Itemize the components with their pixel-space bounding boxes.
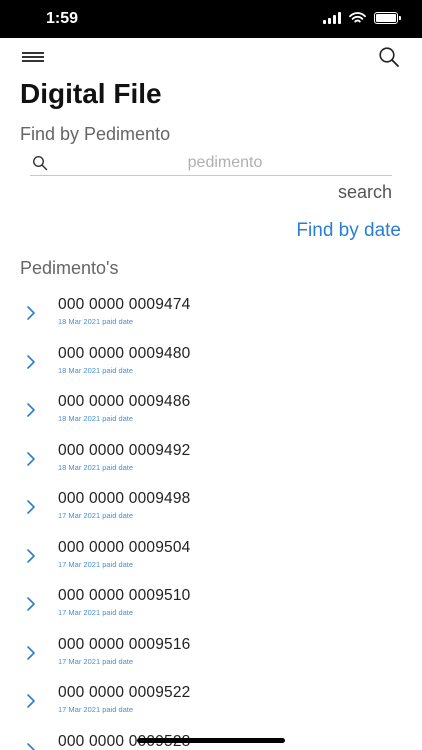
search-icon[interactable] <box>378 46 400 68</box>
status-icons <box>323 12 401 24</box>
list-item[interactable]: 000 0000 0009486 18 Mar 2021 paid date <box>0 390 422 439</box>
pedimento-number: 000 0000 0009492 <box>58 441 191 459</box>
search-button[interactable]: search <box>338 182 392 203</box>
status-time: 1:59 <box>46 10 79 27</box>
paid-date: 18 Mar 2021 paid date <box>58 462 134 472</box>
list-item[interactable]: 000 0000 0009498 17 Mar 2021 paid date <box>0 487 422 536</box>
status-bar: 1:59 <box>0 0 422 38</box>
paid-date: 17 Mar 2021 paid date <box>58 559 134 569</box>
pedimento-number: 000 0000 0009504 <box>58 538 191 556</box>
pedimento-number: 000 0000 0009516 <box>58 635 191 653</box>
pedimento-number: 000 0000 0009474 <box>58 296 191 313</box>
find-by-pedimento-label: Find by Pedimento <box>20 124 171 144</box>
paid-date: 17 Mar 2021 paid date <box>58 705 134 714</box>
paid-date: 18 Mar 2021 paid date <box>58 365 134 375</box>
home-indicator <box>137 738 285 743</box>
pedimento-number: 000 0000 0009510 <box>58 587 191 604</box>
list-item[interactable]: 000 0000 0009504 17 Mar 2021 paid date <box>0 536 422 585</box>
list-item[interactable]: 000 0000 0009516 17 Mar 2021 paid date <box>0 633 422 682</box>
list-item[interactable]: 000 0000 0009510 17 Mar 2021 paid date <box>0 584 422 633</box>
page-title: Digital File <box>20 78 162 109</box>
paid-date: 18 Mar 2021 paid date <box>58 414 134 423</box>
pedimento-search-field <box>30 150 392 176</box>
chevron-right-icon <box>27 500 35 514</box>
search-input-icon <box>32 155 48 171</box>
cellular-signal-icon <box>323 12 341 24</box>
chevron-right-icon <box>27 548 35 563</box>
pedimento-number: 000 0000 0009498 <box>58 490 191 507</box>
paid-date: 18 Mar 2021 paid date <box>58 317 134 326</box>
list-item[interactable]: 000 0000 0009474 18 Mar 2021 paid date <box>0 293 422 342</box>
paid-date: 17 Mar 2021 paid date <box>58 656 134 666</box>
wifi-icon <box>349 12 366 23</box>
chevron-right-icon <box>27 451 35 466</box>
chevron-right-icon <box>27 645 35 660</box>
pedimento-search-input[interactable] <box>58 150 392 175</box>
list-item[interactable]: 000 0000 0009522 17 Mar 2021 paid date <box>0 681 422 730</box>
chevron-right-icon <box>27 403 35 417</box>
paid-date: 17 Mar 2021 paid date <box>58 608 134 617</box>
battery-icon <box>374 12 401 24</box>
chevron-right-icon <box>27 742 35 750</box>
hamburger-menu-icon[interactable] <box>22 52 44 62</box>
list-item[interactable]: 000 0000 0009480 18 Mar 2021 paid date <box>0 342 422 391</box>
find-by-date-button[interactable]: Find by date <box>296 220 401 242</box>
pedimento-number: 000 0000 0009522 <box>58 684 191 701</box>
chevron-right-icon <box>27 306 35 320</box>
chevron-right-icon <box>27 694 35 708</box>
pedimentos-list-label: Pedimento's <box>20 258 119 278</box>
pedimento-list: 000 0000 0009474 18 Mar 2021 paid date 0… <box>0 293 422 750</box>
paid-date: 17 Mar 2021 paid date <box>58 511 134 520</box>
pedimento-number: 000 0000 0009486 <box>58 393 191 410</box>
pedimento-number: 000 0000 0009480 <box>58 344 191 362</box>
chevron-right-icon <box>27 354 35 369</box>
chevron-right-icon <box>27 597 35 611</box>
list-item[interactable]: 000 0000 0009492 18 Mar 2021 paid date <box>0 439 422 488</box>
